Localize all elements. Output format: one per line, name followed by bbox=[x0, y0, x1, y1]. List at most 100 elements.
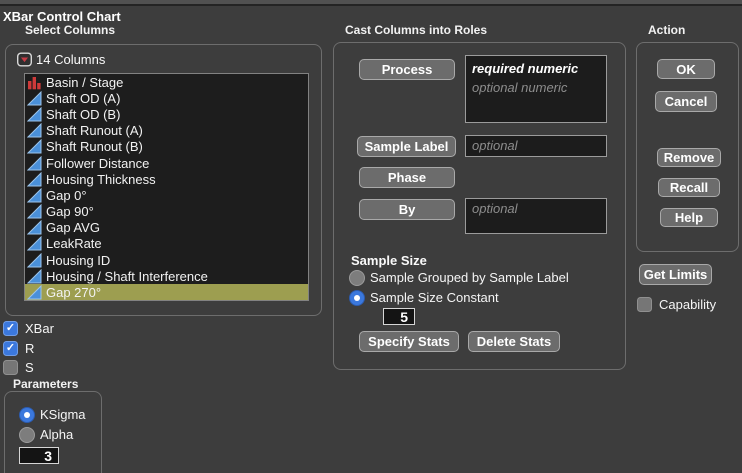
column-list-item[interactable]: Shaft OD (B) bbox=[25, 106, 308, 122]
get-limits-button[interactable]: Get Limits bbox=[639, 264, 712, 285]
column-list-item[interactable]: Gap 270° bbox=[25, 284, 308, 300]
recall-button[interactable]: Recall bbox=[658, 178, 720, 197]
column-list-item[interactable]: Housing Thickness bbox=[25, 171, 308, 187]
check-icon: ✓ bbox=[5, 341, 16, 354]
parameters-radio[interactable] bbox=[19, 426, 35, 443]
sample-size-radio-label: Sample Grouped by Sample Label bbox=[370, 270, 569, 285]
parameters-panel: KSigma Alpha bbox=[4, 391, 102, 473]
column-list-item-label: Shaft Runout (B) bbox=[46, 139, 143, 155]
continuous-icon bbox=[27, 106, 42, 122]
column-list-item-label: Gap AVG bbox=[46, 220, 100, 236]
sample-size-label: Sample Size bbox=[351, 253, 427, 268]
by-button[interactable]: By bbox=[359, 199, 455, 220]
column-list-item-label: Gap 90° bbox=[46, 204, 94, 220]
chart-type-checkbox[interactable]: ✓ bbox=[3, 321, 18, 336]
sample-label-placeholder: optional bbox=[472, 138, 518, 153]
chart-type-checkbox[interactable] bbox=[3, 360, 18, 375]
specify-stats-button[interactable]: Specify Stats bbox=[359, 331, 459, 352]
chart-type-checkbox-label: R bbox=[25, 340, 35, 356]
column-list-item[interactable]: Housing ID bbox=[25, 252, 308, 268]
red-triangle-menu-icon[interactable] bbox=[17, 52, 32, 67]
capability-checkbox[interactable] bbox=[637, 297, 652, 312]
column-list-item-label: Housing ID bbox=[46, 252, 111, 268]
parameters-radio-label: KSigma bbox=[40, 407, 86, 422]
sample-size-radio[interactable] bbox=[349, 269, 365, 286]
continuous-icon bbox=[27, 204, 42, 219]
column-list-item[interactable]: Follower Distance bbox=[25, 155, 308, 171]
window-title: XBar Control Chart bbox=[3, 9, 121, 24]
continuous-icon bbox=[27, 90, 42, 106]
cast-columns-panel: Process required numeric optional numeri… bbox=[333, 42, 626, 370]
columns-count-label: 14 Columns bbox=[36, 52, 106, 67]
column-list-item-label: Shaft OD (B) bbox=[46, 106, 121, 122]
parameters-radio[interactable] bbox=[19, 406, 35, 423]
column-list-item[interactable]: Housing / Shaft Interference bbox=[25, 268, 308, 284]
phase-button[interactable]: Phase bbox=[359, 167, 455, 188]
capability-option[interactable]: Capability bbox=[637, 297, 716, 312]
column-list-item-label: Housing / Shaft Interference bbox=[46, 268, 208, 284]
column-list-item-label: Shaft OD (A) bbox=[46, 90, 121, 106]
chart-type-checkbox[interactable]: ✓ bbox=[3, 340, 18, 356]
process-button[interactable]: Process bbox=[359, 59, 455, 80]
column-list-item[interactable]: Shaft OD (A) bbox=[25, 90, 308, 106]
sample-size-radio-label: Sample Size Constant bbox=[370, 290, 499, 305]
process-required-text: required numeric bbox=[472, 61, 579, 76]
radio-dot-icon bbox=[354, 294, 360, 301]
bar-chart-icon bbox=[27, 75, 42, 90]
parameters-option[interactable]: Alpha bbox=[19, 426, 86, 443]
action-panel: OK Cancel Remove Recall Help bbox=[636, 42, 739, 252]
capability-checkbox-label: Capability bbox=[659, 297, 717, 312]
column-list-item-label: Basin / Stage bbox=[46, 74, 124, 90]
sample-size-radio[interactable] bbox=[349, 289, 365, 306]
window-top-strip bbox=[0, 0, 742, 6]
chart-type-checkbox-label: S bbox=[25, 360, 34, 375]
continuous-icon bbox=[27, 236, 42, 251]
sample-size-option[interactable]: Sample Grouped by Sample Label bbox=[349, 269, 569, 286]
column-list-item[interactable]: Shaft Runout (A) bbox=[25, 123, 308, 139]
parameters-option[interactable]: KSigma bbox=[19, 406, 86, 423]
column-list-item-label: Shaft Runout (A) bbox=[46, 123, 143, 139]
column-list-item[interactable]: Gap 0° bbox=[25, 187, 308, 203]
continuous-icon bbox=[27, 285, 42, 300]
continuous-icon bbox=[27, 220, 42, 235]
help-button[interactable]: Help bbox=[660, 208, 718, 227]
cast-columns-label: Cast Columns into Roles bbox=[345, 23, 488, 37]
chart-type-option[interactable]: ✓ XBar bbox=[3, 321, 54, 336]
sample-size-option[interactable]: Sample Size Constant bbox=[349, 289, 569, 306]
process-optional-text: optional numeric bbox=[472, 80, 568, 95]
column-list-item[interactable]: Gap AVG bbox=[25, 220, 308, 236]
column-list-item[interactable]: Basin / Stage bbox=[25, 74, 308, 90]
column-list-item-label: LeakRate bbox=[46, 236, 102, 252]
by-drop-field[interactable]: optional bbox=[465, 198, 607, 234]
column-list-item-label: Gap 270° bbox=[46, 285, 102, 301]
chart-type-option[interactable]: ✓ R bbox=[3, 340, 54, 356]
select-columns-panel: 14 Columns Basin / Stage Shaft OD (A) Shaf… bbox=[5, 44, 322, 316]
check-icon: ✓ bbox=[5, 322, 16, 334]
xbar-control-chart-dialog: XBar Control Chart Select Columns Cast C… bbox=[0, 0, 742, 473]
radio-dot-icon bbox=[24, 411, 30, 418]
sample-label-button[interactable]: Sample Label bbox=[357, 136, 456, 157]
column-list-item[interactable]: LeakRate bbox=[25, 236, 308, 252]
remove-button[interactable]: Remove bbox=[657, 148, 721, 167]
chart-type-option[interactable]: S bbox=[3, 360, 54, 375]
column-list-item[interactable]: Shaft Runout (B) bbox=[25, 139, 308, 155]
ok-button[interactable]: OK bbox=[657, 59, 715, 79]
column-list-item[interactable]: Gap 90° bbox=[25, 204, 308, 220]
ksigma-value-input[interactable] bbox=[19, 447, 59, 464]
continuous-icon bbox=[27, 171, 42, 187]
process-drop-field[interactable]: required numeric optional numeric bbox=[465, 55, 607, 123]
continuous-icon bbox=[27, 155, 42, 171]
column-list[interactable]: Basin / Stage Shaft OD (A) Shaft OD (B) Sha… bbox=[24, 73, 309, 301]
parameters-radio-label: Alpha bbox=[40, 427, 74, 442]
sample-size-constant-input[interactable] bbox=[383, 308, 415, 325]
column-list-item-label: Follower Distance bbox=[46, 155, 150, 171]
column-list-item-label: Housing Thickness bbox=[46, 171, 156, 187]
continuous-icon bbox=[27, 123, 42, 138]
sample-label-drop-field[interactable]: optional bbox=[465, 135, 607, 157]
select-columns-label: Select Columns bbox=[25, 23, 116, 37]
chart-type-checkbox-label: XBar bbox=[25, 321, 54, 336]
delete-stats-button[interactable]: Delete Stats bbox=[468, 331, 560, 352]
cancel-button[interactable]: Cancel bbox=[655, 91, 717, 112]
chart-type-options: ✓ XBar ✓ R S bbox=[3, 321, 54, 380]
by-placeholder: optional bbox=[472, 201, 518, 216]
